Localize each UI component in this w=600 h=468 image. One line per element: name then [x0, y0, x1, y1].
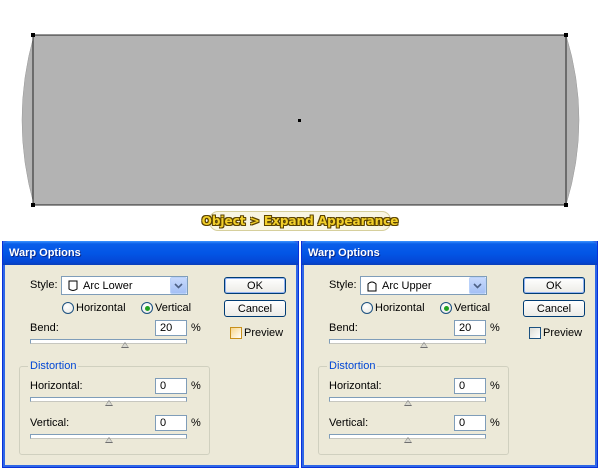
- arc-upper-icon: [367, 281, 377, 291]
- checkbox-label: Preview: [244, 327, 284, 339]
- ok-button[interactable]: OK: [523, 277, 585, 294]
- slider-track: [30, 339, 187, 344]
- screenshot-root: Object > Expand Appearance Warp Options …: [0, 0, 600, 468]
- dialog-titlebar[interactable]: Warp Options: [3, 241, 298, 265]
- artboard-canvas: Object > Expand Appearance: [0, 0, 600, 234]
- slider-thumb[interactable]: [121, 342, 129, 348]
- dialog-title: Warp Options: [9, 247, 81, 259]
- vertical-distortion-input[interactable]: 0: [155, 415, 187, 431]
- vertical-distortion-slider[interactable]: [30, 432, 187, 443]
- checkbox-box: [230, 327, 242, 339]
- vertical-distortion-input[interactable]: 0: [454, 415, 486, 431]
- handle-bottom-right[interactable]: [564, 203, 568, 207]
- radio-label: Vertical: [454, 302, 491, 314]
- slider-thumb[interactable]: [420, 342, 428, 348]
- bend-slider[interactable]: [329, 337, 486, 348]
- chevron-down-icon[interactable]: [170, 277, 187, 294]
- cancel-button[interactable]: Cancel: [523, 300, 585, 317]
- bend-slider[interactable]: [30, 337, 187, 348]
- bend-unit: %: [191, 322, 201, 334]
- bend-input[interactable]: 20: [155, 320, 187, 336]
- cancel-button[interactable]: Cancel: [224, 300, 286, 317]
- bend-unit: %: [490, 322, 500, 334]
- preview-checkbox[interactable]: Preview: [230, 327, 283, 339]
- vertical-distortion-label: Vertical:: [30, 417, 70, 429]
- radio-label: Horizontal: [76, 302, 126, 314]
- dialog-title: Warp Options: [308, 247, 380, 259]
- radio-indicator: [62, 302, 74, 314]
- style-dropdown[interactable]: Arc Lower: [61, 276, 188, 295]
- horizontal-distortion-label: Horizontal:: [30, 380, 83, 392]
- orientation-horizontal-radio[interactable]: Horizontal: [62, 301, 126, 315]
- bend-label: Bend:: [329, 322, 358, 334]
- horizontal-distortion-input[interactable]: 0: [155, 378, 187, 394]
- slider-thumb[interactable]: [404, 437, 412, 443]
- slider-thumb[interactable]: [105, 437, 113, 443]
- preview-checkbox[interactable]: Preview: [529, 327, 582, 339]
- radio-label: Horizontal: [375, 302, 425, 314]
- horizontal-distortion-input[interactable]: 0: [454, 378, 486, 394]
- style-dropdown-value: Arc Lower: [83, 279, 133, 292]
- style-dropdown[interactable]: Arc Upper: [360, 276, 487, 295]
- style-label: Style:: [30, 279, 58, 291]
- warp-options-dialog-right: Warp Options Style: Arc Upper Horizontal…: [301, 241, 598, 468]
- warped-shape-art: [21, 33, 580, 207]
- handle-bottom-left[interactable]: [31, 203, 35, 207]
- slider-thumb[interactable]: [105, 400, 113, 406]
- dialog-body: Style: Arc Upper Horizontal Vertical Ben…: [305, 265, 594, 464]
- orientation-horizontal-radio[interactable]: Horizontal: [361, 301, 425, 315]
- ok-button[interactable]: OK: [224, 277, 286, 294]
- horizontal-distortion-slider[interactable]: [329, 395, 486, 406]
- orientation-vertical-radio[interactable]: Vertical: [141, 301, 191, 315]
- vertical-distortion-unit: %: [191, 417, 201, 429]
- orientation-vertical-radio[interactable]: Vertical: [440, 301, 490, 315]
- slider-thumb[interactable]: [404, 400, 412, 406]
- handle-top-left[interactable]: [31, 33, 35, 37]
- radio-indicator: [141, 302, 153, 314]
- style-dropdown-value: Arc Upper: [382, 279, 432, 292]
- checkbox-label: Preview: [543, 327, 583, 339]
- handle-top-right[interactable]: [564, 33, 568, 37]
- vertical-distortion-label: Vertical:: [329, 417, 369, 429]
- distortion-group-title: Distortion: [28, 360, 79, 372]
- dialog-titlebar[interactable]: Warp Options: [302, 241, 597, 265]
- chevron-down-icon[interactable]: [469, 277, 486, 294]
- dialog-body: Style: Arc Lower Horizontal Vertical Ben…: [6, 265, 295, 464]
- arc-lower-icon: [68, 280, 78, 291]
- bend-label: Bend:: [30, 322, 59, 334]
- horizontal-distortion-unit: %: [191, 380, 201, 392]
- center-point: [298, 119, 301, 122]
- radio-label: Vertical: [155, 302, 192, 314]
- checkbox-box: [529, 327, 541, 339]
- style-label: Style:: [329, 279, 357, 291]
- slider-track: [329, 339, 486, 344]
- horizontal-distortion-slider[interactable]: [30, 395, 187, 406]
- radio-indicator: [440, 302, 452, 314]
- bend-input[interactable]: 20: [454, 320, 486, 336]
- horizontal-distortion-unit: %: [490, 380, 500, 392]
- menu-command-caption: Object > Expand Appearance: [202, 211, 398, 231]
- radio-indicator: [361, 302, 373, 314]
- vertical-distortion-unit: %: [490, 417, 500, 429]
- distortion-group-title: Distortion: [327, 360, 378, 372]
- horizontal-distortion-label: Horizontal:: [329, 380, 382, 392]
- vertical-distortion-slider[interactable]: [329, 432, 486, 443]
- warp-options-dialog-left: Warp Options Style: Arc Lower Horizontal…: [2, 241, 299, 468]
